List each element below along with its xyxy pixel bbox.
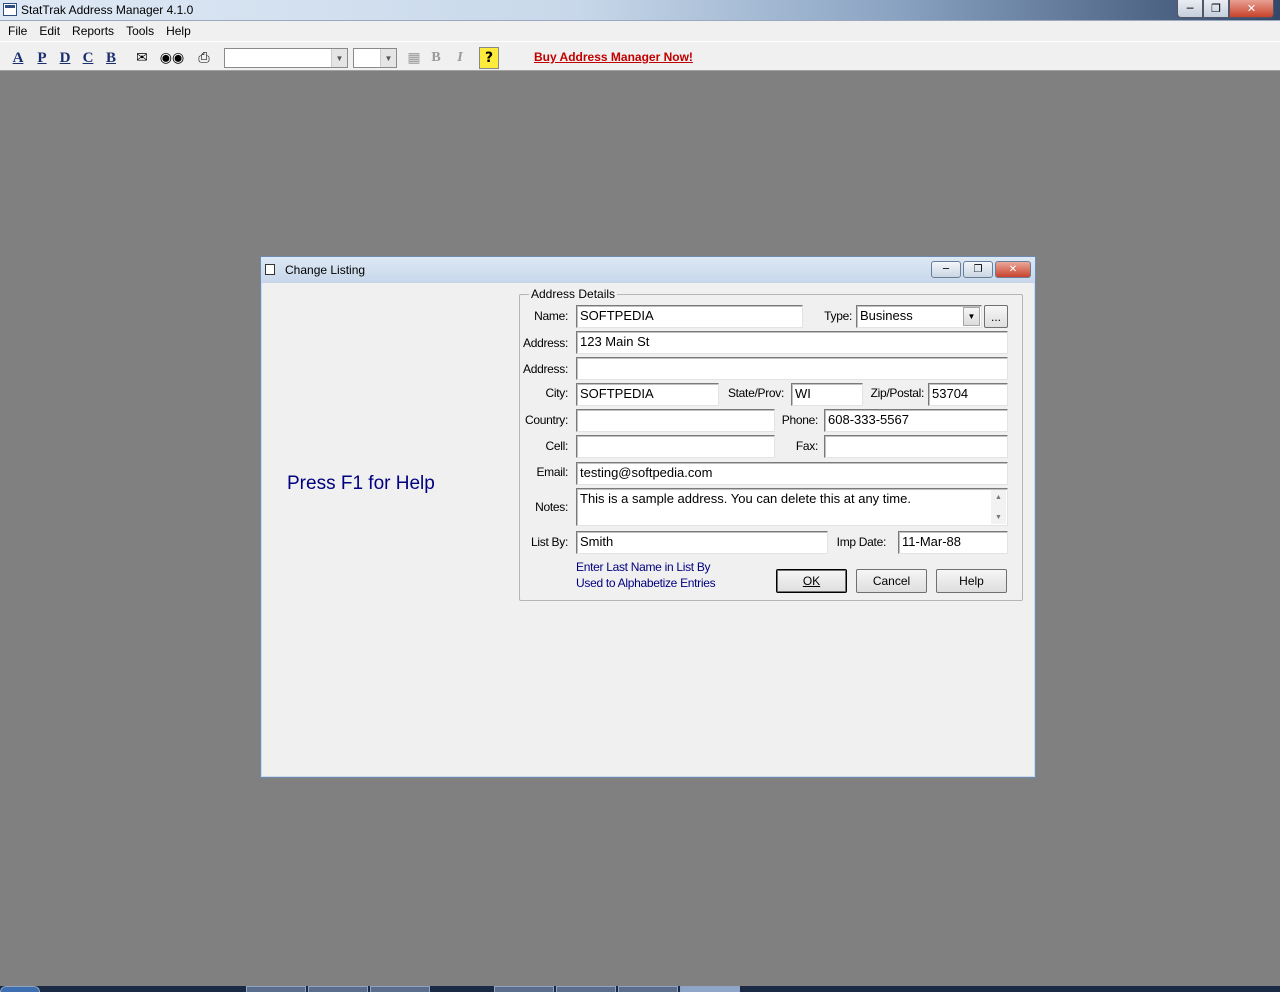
d-button[interactable]: D	[55, 47, 75, 69]
bold-button[interactable]: B	[426, 47, 446, 69]
type-label: Type:	[824, 309, 852, 323]
font-name-combo[interactable]: ▼	[224, 48, 348, 68]
phone-field[interactable]: 608-333-5567	[824, 409, 1008, 432]
email-label: Email:	[536, 465, 568, 479]
cancel-button[interactable]: Cancel	[856, 569, 927, 593]
country-field[interactable]	[576, 409, 775, 432]
city-field[interactable]: SOFTPEDIA	[576, 383, 719, 406]
taskbar	[0, 986, 1280, 992]
ok-label: OK	[802, 574, 821, 588]
state-field[interactable]: WI	[791, 383, 863, 406]
address2-field[interactable]	[576, 357, 1008, 380]
notes-label: Notes:	[535, 500, 568, 514]
zip-field[interactable]: 53704	[928, 383, 1008, 406]
font-size-combo[interactable]: ▼	[353, 48, 397, 68]
zip-label: Zip/Postal:	[870, 386, 925, 400]
taskbar-item[interactable]	[246, 986, 306, 992]
buy-now-link[interactable]: Buy Address Manager Now!	[534, 50, 693, 64]
phone-label: Phone:	[781, 413, 819, 427]
cell-field[interactable]	[576, 435, 775, 458]
city-label: City:	[545, 386, 568, 400]
impdate-field[interactable]: 11-Mar-88	[898, 531, 1008, 554]
fax-field[interactable]	[824, 435, 1008, 458]
scroll-down-icon[interactable]: ▼	[991, 510, 1006, 524]
minimize-icon[interactable]: ─	[931, 261, 961, 278]
name-field[interactable]: SOFTPEDIA	[576, 305, 803, 328]
taskbar-item[interactable]	[370, 986, 430, 992]
listby-field[interactable]: Smith	[576, 531, 828, 554]
address2-label: Address:	[523, 362, 568, 376]
start-button[interactable]	[0, 986, 40, 992]
ok-button[interactable]: OK	[776, 569, 847, 593]
maximize-icon[interactable]: ❐	[1203, 0, 1229, 18]
dialog-title-bar: Change Listing ─ ❐ ✕	[261, 257, 1035, 283]
listby-hint-line1: Enter Last Name in List By	[576, 560, 711, 574]
scroll-up-icon[interactable]: ▲	[991, 490, 1006, 504]
address1-field[interactable]: 123 Main St	[576, 331, 1008, 354]
country-label: Country:	[525, 413, 568, 427]
name-label: Name:	[534, 309, 568, 323]
people-button[interactable]: P	[32, 47, 52, 69]
state-label: State/Prov:	[727, 386, 784, 400]
question-icon[interactable]: ?	[479, 47, 499, 69]
menu-bar: File Edit Reports Tools Help	[0, 21, 1280, 41]
menu-tools[interactable]: Tools	[120, 24, 160, 38]
taskbar-item[interactable]	[308, 986, 368, 992]
f1-help-text: Press F1 for Help	[287, 473, 435, 494]
group-title: Address Details	[529, 287, 618, 301]
toolbar: A P D C B ✉ ◉◉ ⎙ ▼ ▼ ▦ B I ? Buy Address…	[0, 41, 1280, 71]
change-listing-window: Change Listing ─ ❐ ✕ Press F1 for Help A…	[260, 256, 1036, 778]
menu-edit[interactable]: Edit	[33, 24, 66, 38]
dialog-title: Change Listing	[285, 263, 366, 277]
main-title-bar: StatTrak Address Manager 4.1.0 ─ ❐ ✕	[0, 0, 1280, 21]
addresses-button[interactable]: A	[8, 47, 28, 69]
listby-hint-line2: Used to Alphabetize Entries	[576, 576, 716, 590]
taskbar-item-active[interactable]	[680, 986, 740, 992]
help-button[interactable]: Help	[936, 569, 1007, 593]
close-icon[interactable]: ✕	[1229, 0, 1274, 18]
b-button[interactable]: B	[101, 47, 121, 69]
fax-label: Fax:	[795, 439, 818, 453]
minimize-icon[interactable]: ─	[1177, 0, 1203, 18]
taskbar-item[interactable]	[618, 986, 678, 992]
listby-label: List By:	[531, 535, 568, 549]
taskbar-item[interactable]	[494, 986, 554, 992]
document-icon	[265, 264, 275, 275]
cell-label: Cell:	[545, 439, 568, 453]
menu-file[interactable]: File	[2, 24, 33, 38]
type-more-button[interactable]: ...	[984, 305, 1008, 328]
notes-scrollbar[interactable]: ▲ ▼	[991, 490, 1006, 524]
maximize-icon[interactable]: ❐	[963, 261, 993, 278]
email-field[interactable]: testing@softpedia.com	[576, 462, 1008, 485]
chevron-down-icon[interactable]: ▼	[380, 49, 396, 67]
window-title: StatTrak Address Manager 4.1.0	[21, 3, 194, 17]
address-details-group: Address Details Name: SOFTPEDIA Type: Bu…	[519, 287, 1023, 601]
binoculars-icon[interactable]: ◉◉	[160, 47, 184, 69]
close-icon[interactable]: ✕	[995, 261, 1031, 278]
menu-reports[interactable]: Reports	[66, 24, 120, 38]
type-value: Business	[860, 308, 913, 323]
envelope-icon[interactable]: ✉	[130, 47, 154, 69]
help-label: Help	[959, 574, 984, 588]
notes-text: This is a sample address. You can delete…	[580, 491, 911, 506]
address1-label: Address:	[523, 336, 568, 350]
menu-help[interactable]: Help	[160, 24, 197, 38]
printer-icon[interactable]: ⎙	[192, 47, 216, 69]
c-button[interactable]: C	[78, 47, 98, 69]
chevron-down-icon[interactable]: ▼	[331, 49, 347, 67]
type-select[interactable]: Business ▼	[856, 305, 982, 328]
app-icon	[3, 3, 17, 16]
italic-button[interactable]: I	[450, 47, 470, 69]
color-icon[interactable]: ▦	[402, 47, 426, 69]
impdate-label: Imp Date:	[836, 535, 887, 549]
chevron-down-icon[interactable]: ▼	[963, 307, 980, 326]
cancel-label: Cancel	[872, 574, 911, 588]
taskbar-item[interactable]	[556, 986, 616, 992]
notes-field[interactable]: This is a sample address. You can delete…	[576, 488, 1008, 526]
